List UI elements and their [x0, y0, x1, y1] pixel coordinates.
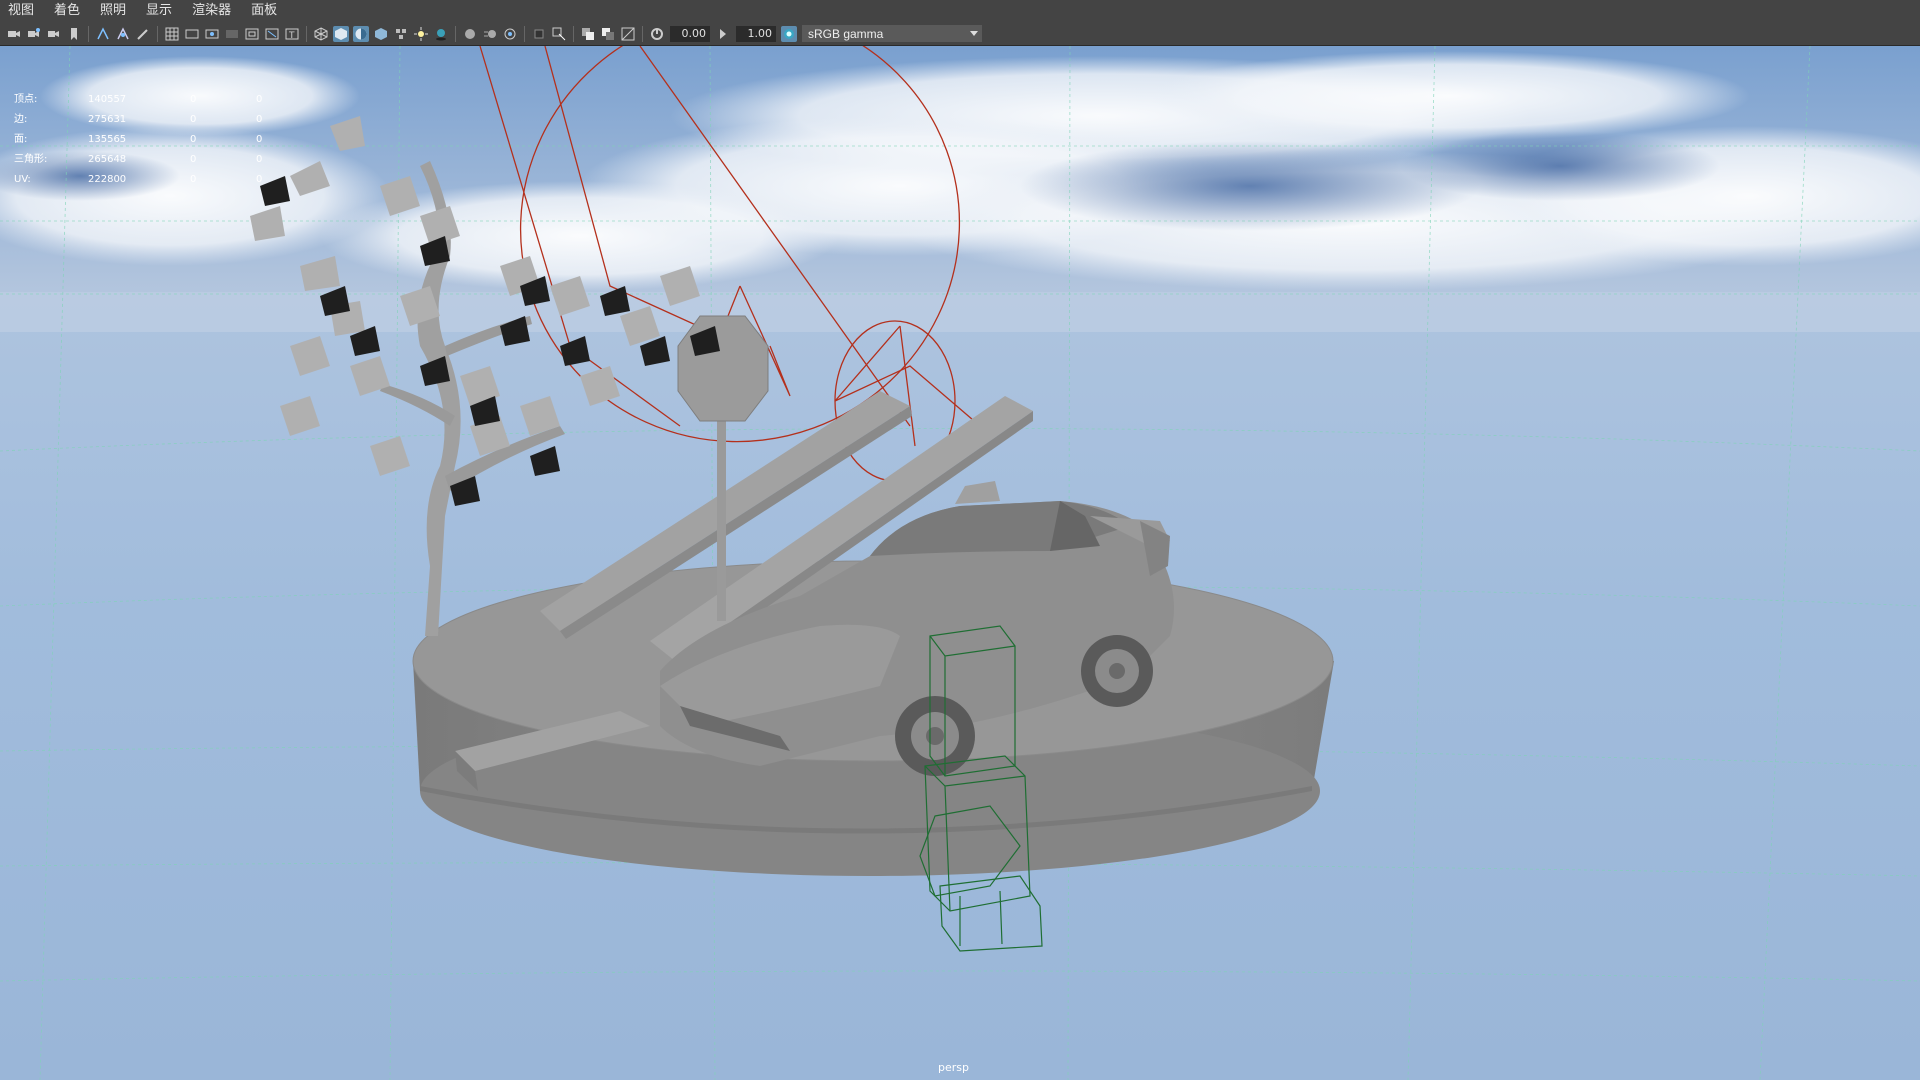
toolbar-separator	[455, 25, 456, 42]
perspective-viewport[interactable]: 顶点: 140557 0 0 边: 275631 0 0 面: 135565 0…	[0, 46, 1920, 1080]
gamma-input[interactable]	[736, 25, 776, 42]
grease-pencil-icon[interactable]	[135, 26, 151, 42]
hud-row-vertices: 顶点: 140557 0 0	[14, 94, 263, 105]
xray-joints-icon[interactable]	[600, 26, 616, 42]
svg-text:T: T	[288, 31, 295, 41]
smooth-shade-icon[interactable]	[333, 25, 349, 42]
poly-count-hud: 顶点: 140557 0 0 边: 275631 0 0 面: 135565 0…	[14, 90, 286, 190]
textured-icon[interactable]	[373, 26, 389, 42]
hud-row-triangles: 三角形: 265648 0 0	[14, 154, 263, 165]
xray-icon[interactable]	[580, 26, 596, 42]
chevron-down-icon	[970, 31, 978, 36]
colorspace-icon[interactable]	[781, 25, 797, 42]
grid-icon[interactable]	[164, 26, 180, 42]
menu-renderer[interactable]: 渲染器	[182, 0, 241, 22]
camera-icon[interactable]	[6, 26, 22, 42]
field-chart-icon[interactable]	[244, 26, 260, 42]
exposure-icon[interactable]	[649, 26, 665, 42]
gate-mask-icon[interactable]	[224, 26, 240, 42]
toolbar-separator	[157, 25, 158, 42]
lights-icon[interactable]	[413, 26, 429, 42]
scene-render[interactable]	[0, 46, 1920, 1080]
menu-lighting[interactable]: 照明	[90, 0, 136, 22]
toolbar-separator	[573, 25, 574, 42]
hud-row-faces: 面: 135565 0 0	[14, 134, 263, 145]
viewport-toolbar: T sRGB gamma	[0, 22, 1920, 46]
image-plane-icon[interactable]	[95, 26, 111, 42]
wireframe-on-shaded-icon[interactable]	[353, 25, 369, 42]
safe-title-icon[interactable]: T	[284, 26, 300, 42]
toolbar-separator	[642, 25, 643, 42]
hud-row-edges: 边: 275631 0 0	[14, 114, 263, 125]
film-gate-icon[interactable]	[184, 26, 200, 42]
depth-of-field-icon[interactable]	[531, 26, 547, 42]
menu-bar: 视图 着色 照明 显示 渲染器 面板	[0, 0, 1920, 22]
gamma-icon[interactable]	[715, 26, 731, 42]
exposure-input[interactable]	[670, 25, 710, 42]
menu-panels[interactable]: 面板	[241, 0, 287, 22]
checker-icon[interactable]	[393, 26, 409, 42]
resolution-gate-icon[interactable]	[204, 26, 220, 42]
bookmark-icon[interactable]	[66, 26, 82, 42]
toolbar-separator	[524, 25, 525, 42]
hud-row-uvs: UV: 222800 0 0	[14, 174, 263, 185]
wireframe-icon[interactable]	[313, 26, 329, 42]
clouds	[0, 51, 1920, 291]
isolate-icon[interactable]	[551, 26, 567, 42]
toolbar-separator	[88, 25, 89, 42]
axis-gizmo-icon: y x	[26, 1079, 30, 1080]
camera-name-label: persp	[938, 1061, 969, 1074]
camera-attr-icon[interactable]	[26, 26, 42, 42]
menu-view[interactable]: 视图	[6, 0, 44, 22]
shadows-icon[interactable]	[433, 26, 449, 42]
camera-select-icon[interactable]	[46, 26, 62, 42]
menu-shading[interactable]: 着色	[44, 0, 90, 22]
safe-action-icon[interactable]	[264, 26, 280, 42]
anti-alias-icon[interactable]	[502, 26, 518, 42]
toolbar-separator	[306, 25, 307, 42]
menu-show[interactable]: 显示	[136, 0, 182, 22]
ambient-occlusion-icon[interactable]	[462, 26, 478, 42]
xray-components-icon[interactable]	[620, 26, 636, 42]
color-space-value: sRGB gamma	[808, 26, 884, 41]
two-d-pan-icon[interactable]	[115, 26, 131, 42]
color-space-dropdown[interactable]: sRGB gamma	[802, 25, 982, 42]
motion-blur-icon[interactable]	[482, 26, 498, 42]
